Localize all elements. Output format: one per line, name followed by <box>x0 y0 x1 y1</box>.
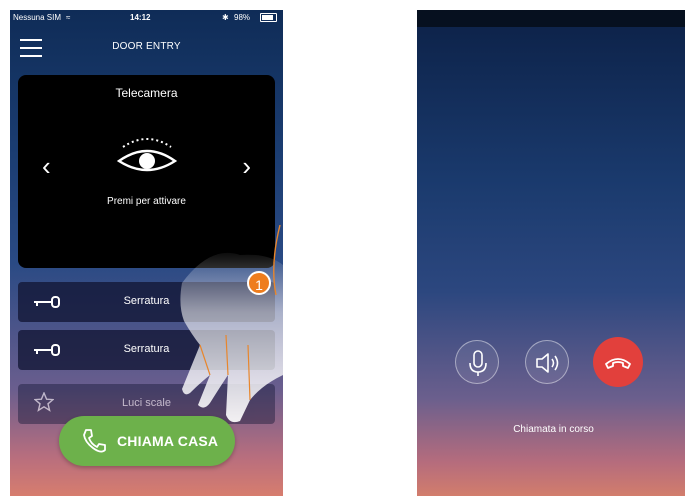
microphone-icon <box>469 350 487 376</box>
call-status-label: Chiamata in corso <box>513 424 594 435</box>
hang-up-icon <box>605 358 631 369</box>
hang-up-button[interactable] <box>593 337 643 387</box>
next-camera-button[interactable]: › <box>242 153 251 179</box>
phone-screen-door-entry: Nessuna SIM ≈ 14:12 ✱ 98% DOOR ENTRY Tel… <box>10 10 283 496</box>
wifi-icon: ≈ <box>66 13 71 22</box>
carrier-label: Nessuna SIM <box>13 13 62 22</box>
battery-icon <box>260 13 277 22</box>
speaker-icon <box>536 353 559 373</box>
battery-label: 98% <box>234 13 251 22</box>
microphone-button[interactable] <box>455 340 499 384</box>
camera-title: Telecamera <box>115 86 178 100</box>
status-bar <box>417 10 685 27</box>
phone-icon <box>83 429 106 453</box>
call-home-label: CHIAMA CASA <box>117 433 219 449</box>
page-title: DOOR ENTRY <box>112 41 181 52</box>
phone-screen-call: Chiamata in corso <box>417 10 685 496</box>
camera-hint: Premi per attivare <box>107 196 186 207</box>
previous-camera-button[interactable]: ‹ <box>42 153 51 179</box>
clock-label: 14:12 <box>130 13 151 22</box>
status-bar: Nessuna SIM ≈ 14:12 ✱ 98% <box>10 10 283 24</box>
eye-icon[interactable] <box>115 129 179 181</box>
call-home-button[interactable]: CHIAMA CASA <box>59 416 235 466</box>
speaker-button[interactable] <box>525 340 569 384</box>
bluetooth-icon: ✱ <box>222 13 229 22</box>
pointing-hand-icon <box>180 225 283 423</box>
step-badge: 1 <box>247 271 271 295</box>
